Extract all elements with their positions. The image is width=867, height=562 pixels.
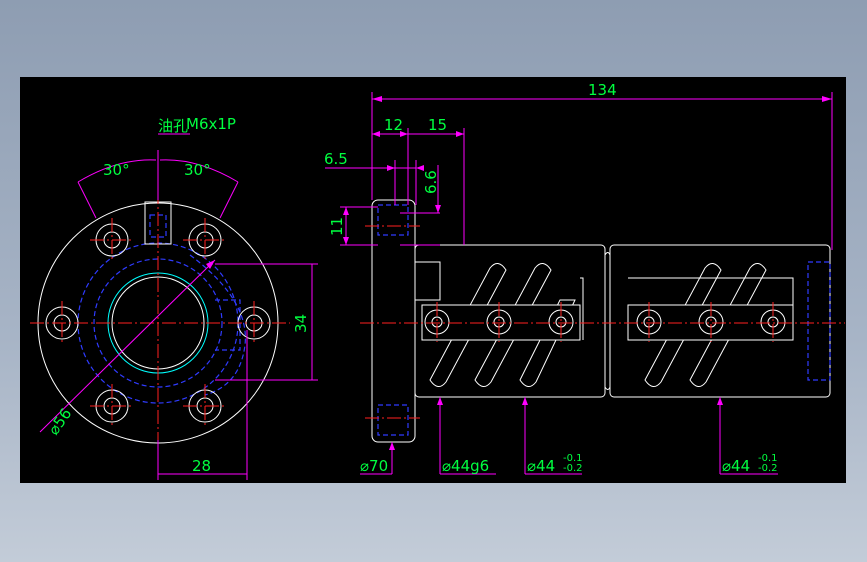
right-end-hidden: [807, 261, 831, 381]
length-11-label: 11: [328, 217, 346, 236]
plate-edge-right: [628, 277, 794, 305]
length-12-label: 12: [384, 116, 403, 134]
front-view: 油孔 M6x1P 30° 30° ⌀56 28 34: [30, 115, 318, 480]
angle-right-label: 30°: [184, 161, 211, 179]
pcd-label: ⌀56: [45, 405, 76, 438]
width-28-label: 28: [192, 457, 211, 475]
length-15-label: 15: [428, 116, 447, 134]
diameter-44g6-label: ⌀44g6: [442, 457, 489, 475]
length-6-5-label: 6.5: [324, 150, 348, 168]
angle-left-label: 30°: [103, 161, 130, 179]
height-34-label: 34: [292, 314, 310, 333]
angle-dimensions: [77, 133, 239, 219]
body-joint: [604, 252, 611, 390]
flange-hidden-bottom: [377, 404, 409, 436]
length-6-6-label: 6.6: [422, 170, 440, 194]
tolerance-a-lower: -0.2: [563, 463, 583, 474]
cad-drawing: 油孔 M6x1P 30° 30° ⌀56 28 34 134 12 15 6.5…: [30, 81, 845, 480]
diameter-44-a-label: ⌀44: [527, 457, 555, 475]
side-dimension-lines: [325, 92, 833, 475]
step-left: [415, 261, 441, 301]
flange-side-outline: [371, 199, 416, 443]
oil-hole-label: 油孔: [158, 117, 188, 135]
flange-hidden-top: [377, 204, 409, 236]
thread-label: M6x1P: [186, 115, 236, 133]
side-view: 134 12 15 6.5 6.6 11 ⌀70 ⌀44g6 ⌀44 -0.1 …: [324, 81, 845, 475]
diameter-44-b-label: ⌀44: [722, 457, 750, 475]
tolerance-b-lower: -0.2: [758, 463, 778, 474]
diameter-70-label: ⌀70: [360, 457, 388, 475]
overall-length-label: 134: [588, 81, 617, 99]
